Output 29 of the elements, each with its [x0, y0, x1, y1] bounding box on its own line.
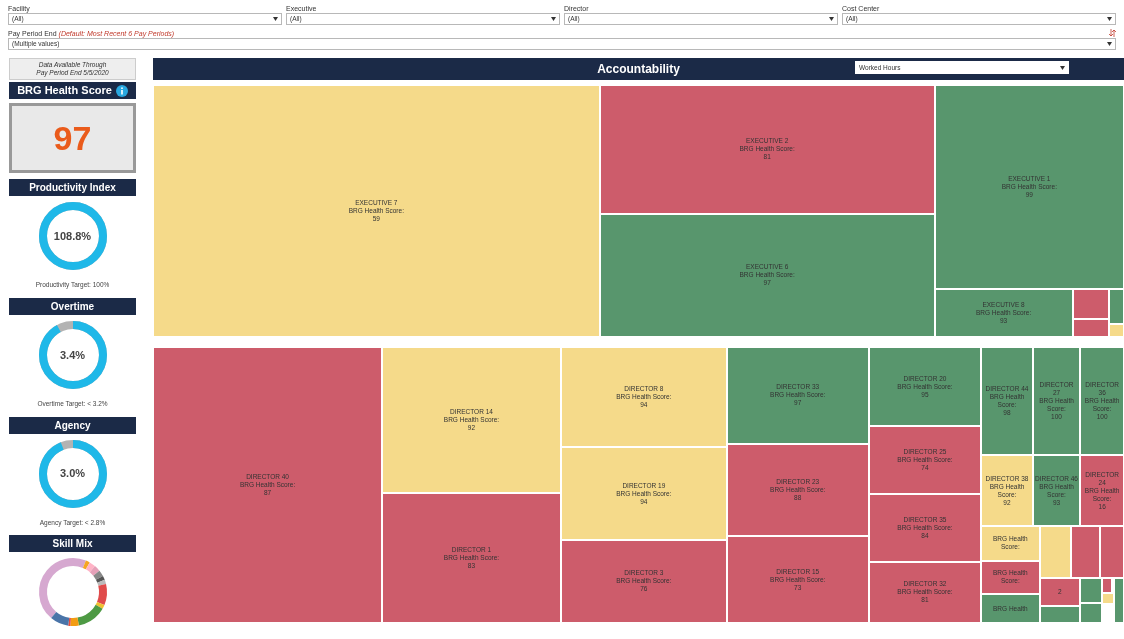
treemap-tile[interactable] [1101, 593, 1115, 605]
caret-icon [1060, 65, 1065, 70]
caret-icon [273, 17, 278, 21]
treemap-tile[interactable] [1080, 578, 1102, 603]
section-title: BRG Health Score [17, 83, 112, 98]
score-value: 97 [53, 117, 92, 159]
caret-icon [1107, 42, 1112, 46]
section-title: Skill Mix [9, 535, 136, 553]
treemap-tile[interactable] [1114, 578, 1124, 623]
treemap-tile[interactable] [1072, 289, 1110, 320]
sort-icon[interactable] [1109, 29, 1116, 37]
section-title: Productivity Index [9, 179, 136, 196]
treemap-tile[interactable] [1109, 289, 1124, 325]
gauge-value: 108.8% [53, 228, 92, 244]
info-icon[interactable] [115, 84, 128, 97]
gauge-value: 3.0% [59, 466, 86, 482]
treemap-tile[interactable] [1101, 578, 1113, 594]
chart-title: Accountability [597, 61, 680, 78]
caret-icon [551, 17, 556, 21]
caret-icon [829, 17, 834, 21]
treemap-tile[interactable] [1039, 525, 1071, 578]
section-title: Overtime [9, 297, 136, 315]
treemap-tile[interactable] [1109, 324, 1124, 337]
treemap-tile[interactable] [1080, 602, 1102, 623]
treemap-tile[interactable] [1072, 319, 1110, 337]
gauge-value: 3.4% [59, 347, 86, 363]
caret-icon [1107, 17, 1112, 21]
treemap-tile[interactable] [1039, 606, 1081, 623]
section-title: Agency [9, 416, 136, 434]
